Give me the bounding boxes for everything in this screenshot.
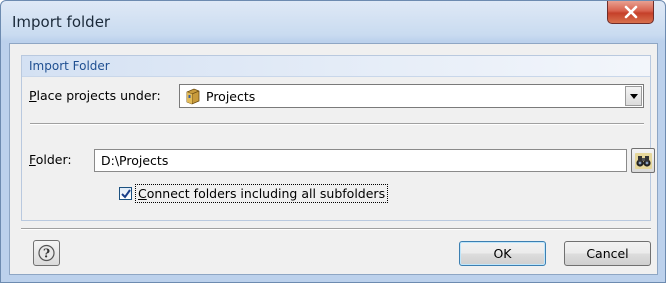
cancel-button[interactable]: Cancel — [564, 241, 651, 266]
close-icon — [624, 5, 638, 19]
folder-path-field[interactable]: D:\Projects — [94, 149, 627, 172]
place-projects-value: Projects — [206, 89, 256, 104]
help-button[interactable]: ? — [33, 240, 60, 266]
browse-button[interactable] — [631, 148, 655, 173]
import-folder-dialog: Import folder Import Folder Place projec… — [0, 0, 666, 283]
help-icon: ? — [38, 244, 55, 262]
divider — [30, 123, 644, 125]
footer-divider — [21, 228, 651, 230]
place-projects-dropdown[interactable]: Projects — [179, 84, 644, 108]
dropdown-arrow-button[interactable] — [625, 86, 642, 106]
binoculars-icon — [635, 153, 652, 169]
connect-subfolders-label[interactable]: Connect folders including all subfolders — [135, 184, 389, 203]
group-title: Import Folder — [29, 59, 110, 73]
close-button[interactable] — [607, 1, 654, 24]
folder-label: Folder: — [29, 152, 72, 167]
window-title: Import folder — [12, 13, 111, 31]
connect-subfolders-checkbox[interactable] — [119, 187, 132, 200]
place-projects-label: Place projects under: — [29, 88, 161, 103]
checkmark-icon — [121, 189, 131, 199]
import-folder-group: Import Folder Place projects under: Proj… — [21, 55, 655, 221]
chevron-down-icon — [630, 94, 638, 99]
title-bar: Import folder — [1, 1, 665, 43]
dialog-body: Import Folder Place projects under: Proj… — [9, 43, 658, 275]
svg-text:?: ? — [43, 247, 50, 261]
ok-button[interactable]: OK — [459, 241, 546, 266]
group-header: Import Folder — [22, 56, 650, 77]
projects-folder-icon — [186, 88, 200, 105]
